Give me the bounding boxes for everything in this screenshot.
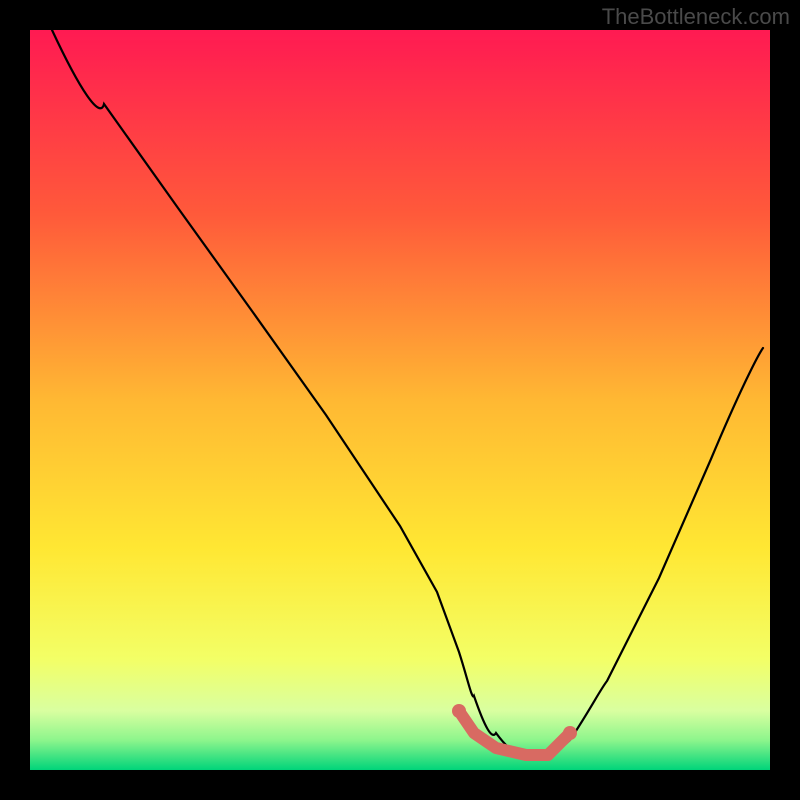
attribution-text: TheBottleneck.com (602, 4, 790, 30)
chart-curve-layer (30, 30, 770, 770)
chart-frame (30, 30, 770, 770)
optimal-range-highlight (459, 711, 570, 755)
bottleneck-curve (52, 30, 763, 757)
optimal-range-end-dot (563, 726, 577, 740)
optimal-range-start-dot (452, 704, 466, 718)
